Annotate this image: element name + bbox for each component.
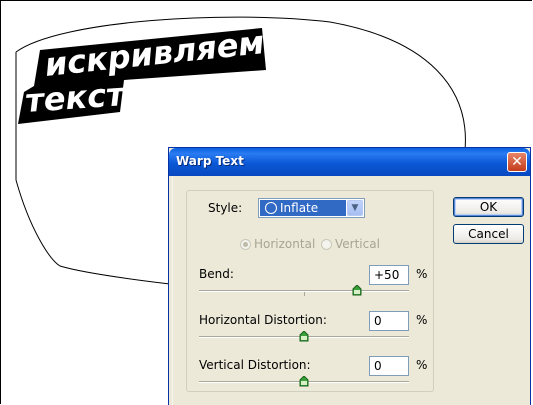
horizontal-radio-label: Horizontal [254, 237, 316, 251]
dialog-body: Style: Inflate ▼ Horizontal Vertical Ben… [172, 176, 527, 405]
vertical-distortion-input[interactable]: 0 [369, 356, 409, 376]
warp-settings-group: Style: Inflate ▼ Horizontal Vertical Ben… [186, 190, 434, 392]
horizontal-distortion-label: Horizontal Distortion: [199, 313, 327, 327]
style-value-text: Inflate [280, 201, 319, 215]
horizontal-radio[interactable] [240, 239, 251, 250]
close-icon: ✕ [511, 154, 523, 170]
close-button[interactable]: ✕ [507, 152, 527, 172]
cancel-button[interactable]: Cancel [453, 224, 524, 244]
radio-selected-dot [243, 242, 248, 247]
vertical-radio[interactable] [321, 239, 332, 250]
dialog-titlebar[interactable]: Warp Text ✕ [169, 148, 530, 176]
horizontal-distortion-unit: % [416, 313, 428, 327]
dialog-title: Warp Text [176, 154, 244, 168]
bend-slider-center-tick [304, 292, 305, 296]
bend-unit: % [416, 267, 428, 281]
vertical-distortion-unit: % [416, 358, 428, 372]
inflate-style-icon [265, 202, 277, 214]
vertical-distortion-slider-thumb[interactable] [299, 376, 309, 387]
warp-text-dialog: Warp Text ✕ Style: Inflate ▼ Horizontal … [168, 147, 531, 405]
horizontal-distortion-slider-thumb[interactable] [299, 331, 309, 342]
vertical-distortion-label: Vertical Distortion: [199, 358, 311, 372]
bend-input[interactable]: +50 [369, 265, 409, 285]
ok-button[interactable]: OK [453, 197, 524, 217]
style-label: Style: [208, 201, 243, 215]
bend-slider-thumb[interactable] [352, 285, 362, 296]
style-select[interactable]: Inflate ▼ [258, 198, 365, 218]
style-select-value: Inflate [260, 200, 346, 216]
warped-text-line2: текст [24, 75, 128, 120]
horizontal-distortion-input[interactable]: 0 [369, 311, 409, 331]
chevron-down-icon[interactable]: ▼ [347, 200, 363, 216]
bend-label: Bend: [199, 267, 234, 281]
vertical-radio-label: Vertical [335, 237, 380, 251]
